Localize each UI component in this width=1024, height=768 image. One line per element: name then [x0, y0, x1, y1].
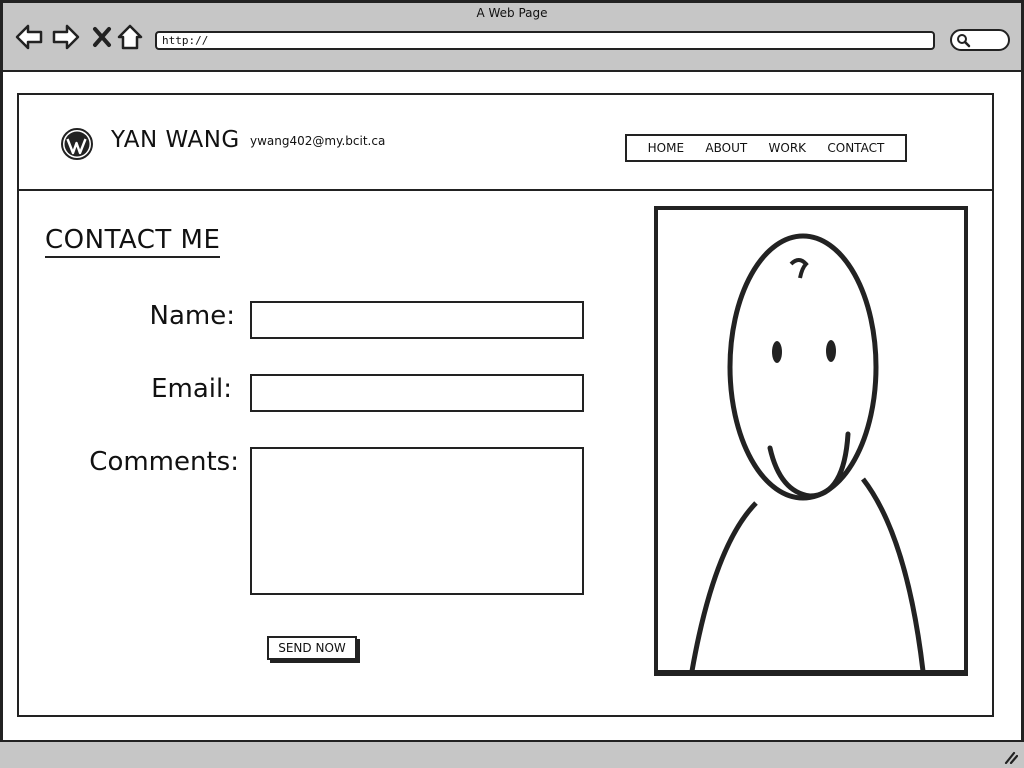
nav-work[interactable]: WORK	[769, 141, 807, 155]
nav-home[interactable]: HOME	[648, 141, 684, 155]
forward-button[interactable]	[51, 22, 80, 50]
nav-about[interactable]: ABOUT	[705, 141, 747, 155]
comments-field[interactable]	[250, 447, 584, 595]
close-icon	[93, 27, 111, 47]
browser-toolbar: A Web Page http://	[0, 0, 1024, 72]
page-container: YAN WANG ywang402@my.bcit.ca HOME ABOUT …	[17, 93, 994, 717]
back-arrow-icon	[15, 24, 43, 50]
site-email[interactable]: ywang402@my.bcit.ca	[250, 134, 385, 148]
forward-arrow-icon	[52, 24, 80, 50]
site-header: YAN WANG ywang402@my.bcit.ca HOME ABOUT …	[19, 95, 992, 191]
resize-grip-icon[interactable]	[1002, 750, 1018, 764]
email-field[interactable]	[250, 374, 584, 412]
site-name[interactable]: YAN WANG	[111, 127, 240, 153]
email-label: Email:	[151, 374, 232, 404]
smiley-person-icon	[654, 206, 968, 676]
address-bar[interactable]: http://	[155, 31, 935, 50]
comments-label: Comments:	[89, 447, 239, 477]
search-icon	[957, 34, 971, 48]
name-field[interactable]	[250, 301, 584, 339]
home-button[interactable]	[116, 22, 144, 50]
home-icon	[117, 24, 143, 50]
send-button[interactable]: SEND NOW	[267, 636, 357, 660]
browser-search-box[interactable]	[950, 29, 1010, 51]
wordpress-icon[interactable]	[61, 128, 93, 160]
back-button[interactable]	[14, 22, 43, 50]
window-border	[0, 0, 3, 768]
name-label: Name:	[149, 301, 235, 331]
stop-button[interactable]	[89, 22, 117, 50]
browser-status-bar	[0, 740, 1024, 768]
nav-contact[interactable]: CONTACT	[827, 141, 884, 155]
main-nav: HOME ABOUT WORK CONTACT	[625, 134, 907, 162]
window-title: A Web Page	[476, 6, 548, 20]
page-title: CONTACT ME	[45, 225, 221, 258]
window-border	[0, 0, 1024, 3]
